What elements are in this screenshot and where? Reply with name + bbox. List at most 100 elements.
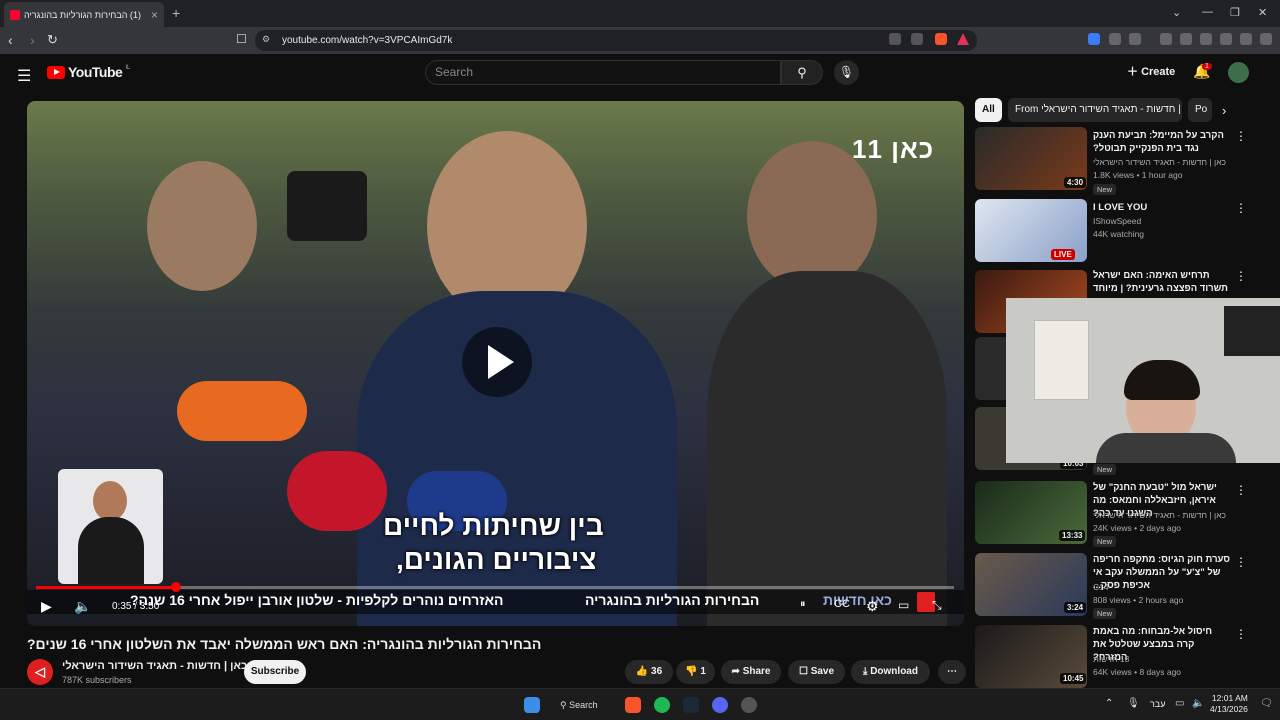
discord-icon[interactable] (712, 697, 728, 713)
big-play-button[interactable] (462, 327, 532, 397)
chip-next-icon[interactable]: › (1222, 103, 1226, 118)
close-window-icon[interactable]: ✕ (1258, 6, 1267, 19)
more-options-icon[interactable]: ⋮ (1235, 555, 1247, 569)
channel-name[interactable]: כאן | חדשות - תאגיד השידור הישראלי (1093, 157, 1226, 167)
channel-name[interactable]: IShowSpeed (1093, 216, 1141, 226)
duration-badge: 13:33 (1059, 530, 1086, 541)
minimize-icon[interactable]: — (1202, 6, 1213, 18)
video-frame-microphone (287, 451, 387, 531)
more-options-icon[interactable]: ⋮ (1235, 201, 1247, 215)
bookmark-icon[interactable]: ☐ (236, 32, 247, 46)
more-options-icon[interactable]: ⋮ (1235, 129, 1247, 143)
clock-date: 4/13/2026 (1210, 704, 1248, 714)
video-frame-journalist (147, 161, 257, 291)
back-icon[interactable]: ‹ (8, 32, 13, 48)
wallet-icon[interactable] (1200, 33, 1212, 45)
taskbar-search[interactable]: ⚲ Search (556, 695, 616, 715)
webcam-tv (1224, 306, 1280, 356)
more-actions-icon[interactable]: ⋯ (938, 660, 966, 684)
create-button[interactable]: ＋ Create (1120, 60, 1182, 85)
leo-ai-icon[interactable] (1220, 33, 1232, 45)
channel-name[interactable]: כאן | חדשות - תאגיד השידור הישראלי (62, 660, 247, 672)
dislike-button[interactable]: 👎 1 (676, 660, 715, 684)
tab-list-icon[interactable]: ⌄ (1172, 6, 1181, 19)
voice-search-icon[interactable]: 🎙 (834, 60, 859, 85)
browser-menu-icon[interactable] (1260, 33, 1272, 45)
video-title[interactable]: סערת חוק הגיוס: מתקפה חריפה של "צ'ע" על … (1093, 553, 1231, 592)
brave-icon[interactable] (625, 697, 641, 713)
captions-icon[interactable]: CC (834, 598, 850, 610)
tab-close-icon[interactable]: × (151, 8, 158, 22)
site-info-icon[interactable]: ⚙ (262, 34, 270, 45)
share-icon[interactable] (911, 33, 923, 45)
puzzle-icon[interactable] (1109, 33, 1121, 45)
forward-icon[interactable]: › (30, 32, 35, 48)
microphone-tray-icon[interactable]: 🎙 (1127, 698, 1140, 709)
video-title[interactable]: תרחיש האימה: האם ישראל תשרוד הפצצה גרעינ… (1093, 269, 1231, 295)
channel-name[interactable]: כאן | חדשות - תאגיד השידור הישראלי (1093, 510, 1226, 520)
address-bar[interactable]: youtube.com/watch?v=3VPCAImGd7k (255, 30, 977, 51)
volume-icon[interactable]: 🔈 (74, 598, 91, 615)
youtube-logo[interactable]: YouTube IL (47, 64, 130, 80)
chip-from-channel[interactable]: From כאן | חדשות - תאגיד השידור הישראלי (1008, 98, 1182, 122)
channel-avatar[interactable]: ◁ (27, 659, 53, 685)
progress-scrubber[interactable] (170, 582, 181, 592)
search-input[interactable]: Search (425, 60, 781, 85)
more-options-icon[interactable]: ⋮ (1235, 627, 1247, 641)
autoplay-toggle-icon[interactable]: ⏸ (800, 598, 806, 611)
video-title[interactable]: I LOVE YOU (1093, 201, 1231, 214)
chip-popular[interactable]: Po (1188, 98, 1212, 122)
fullscreen-icon[interactable]: ⤡ (932, 598, 942, 613)
chip-all[interactable]: All (975, 98, 1002, 122)
play-icon[interactable]: ▶ (41, 598, 52, 615)
subtitle-line: בין שחיתות לחיים (383, 510, 604, 541)
screenshot-icon[interactable] (1129, 33, 1141, 45)
subscribe-button[interactable]: Subscribe (244, 660, 306, 684)
cast-icon[interactable] (889, 33, 901, 45)
music-icon[interactable] (1160, 33, 1172, 45)
tray-expand-icon[interactable]: ⌃ (1105, 698, 1113, 709)
webcam-hair (1124, 360, 1200, 400)
language-indicator[interactable]: עבר (1150, 699, 1165, 709)
start-icon[interactable] (524, 697, 540, 713)
notification-badge: 1 (1202, 63, 1212, 70)
settings-icon[interactable]: ⚙ (866, 598, 879, 615)
video-frame-camera (287, 171, 367, 241)
reload-icon[interactable]: ↻ (47, 32, 58, 48)
url-text: youtube.com/watch?v=3VPCAImGd7k (282, 35, 453, 46)
download-button[interactable]: ⤓ Download (851, 660, 930, 684)
more-options-icon[interactable]: ⋮ (1235, 483, 1247, 497)
extension-icon[interactable] (1088, 33, 1100, 45)
channel-name[interactable]: 13 חדשות (1093, 654, 1129, 664)
search-icon: ⚲ (797, 65, 807, 80)
channel-name[interactable]: C14 (1093, 582, 1109, 592)
video-title: הבחירות הגורליות בהונגריה: האם ראש הממשל… (27, 636, 542, 652)
more-options-icon[interactable]: ⋮ (1235, 269, 1247, 283)
duration-badge: 10:45 (1060, 673, 1087, 684)
spotify-icon[interactable] (654, 697, 670, 713)
new-tab-icon[interactable]: + (172, 5, 180, 21)
video-title[interactable]: הקרב על המיימל: תביעת הענק נגד בית הפנקי… (1093, 129, 1231, 155)
obs-icon[interactable] (741, 697, 757, 713)
miniplayer-icon[interactable]: ▭ (898, 598, 909, 612)
like-button[interactable]: 👍 36 (625, 660, 673, 684)
notification-center-icon[interactable]: 🗨 (1260, 698, 1273, 709)
browser-tab-bar (0, 0, 1280, 27)
steam-icon[interactable] (683, 697, 699, 713)
sidebar-icon[interactable] (1180, 33, 1192, 45)
ticker-headline: הבחירות הגורליות בהונגריה (585, 592, 760, 608)
account-avatar[interactable] (1228, 62, 1249, 83)
hamburger-menu-icon[interactable]: ☰ (17, 66, 31, 86)
vpn-icon[interactable] (1240, 33, 1252, 45)
brave-shields-icon[interactable] (935, 33, 947, 45)
save-button[interactable]: ☐ Save (788, 660, 845, 684)
taskbar-clock[interactable]: 12:01 AM 4/13/2026 (1210, 693, 1248, 715)
region-code: IL (125, 65, 131, 71)
search-button[interactable]: ⚲ (781, 60, 823, 85)
video-meta: 808 views • 2 hours ago (1093, 595, 1184, 605)
maximize-icon[interactable]: ❐ (1230, 6, 1240, 19)
network-icon[interactable]: ▭ (1175, 698, 1184, 709)
volume-tray-icon[interactable]: 🔈 (1192, 698, 1204, 709)
browser-tab[interactable]: (1) הבחירות הגורליות בהונגריה × (4, 2, 164, 27)
share-button[interactable]: ➦ Share (721, 660, 781, 684)
